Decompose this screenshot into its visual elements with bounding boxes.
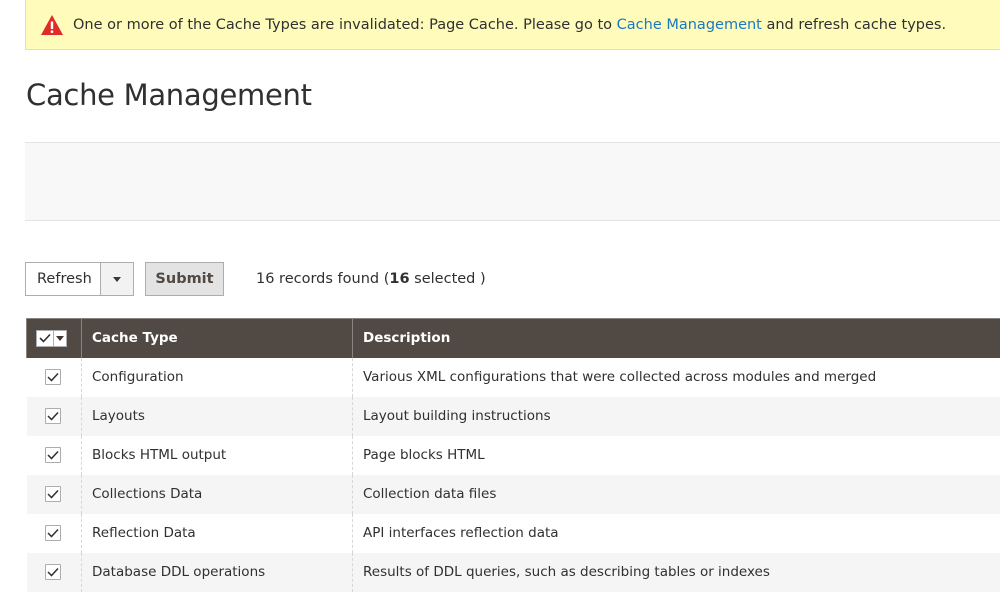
chevron-down-icon[interactable] — [53, 331, 66, 346]
table-row: LayoutsLayout building instructions — [27, 397, 1000, 436]
description-cell: API interfaces reflection data — [353, 514, 1000, 553]
checkmark-icon — [47, 411, 59, 421]
checkmark-icon — [47, 450, 59, 460]
checkmark-icon — [47, 567, 59, 577]
cache-grid: Cache Type Description ConfigurationVari… — [26, 318, 1000, 592]
grid-header-row: Cache Type Description — [27, 319, 1000, 358]
table-row: ConfigurationVarious XML configurations … — [27, 358, 1000, 397]
row-select-cell — [27, 436, 82, 475]
row-checkbox[interactable] — [45, 486, 61, 502]
submit-button[interactable]: Submit — [145, 262, 224, 296]
mass-action-select[interactable]: Refresh — [25, 262, 134, 296]
cache-type-cell: Collections Data — [82, 475, 353, 514]
column-header-cache-type[interactable]: Cache Type — [82, 319, 353, 358]
table-row: Blocks HTML outputPage blocks HTML — [27, 436, 1000, 475]
mass-select-header — [27, 319, 82, 358]
cache-type-cell: Reflection Data — [82, 514, 353, 553]
table-row: Database DDL operationsResults of DDL qu… — [27, 553, 1000, 592]
row-checkbox[interactable] — [45, 447, 61, 463]
checkmark-icon — [47, 528, 59, 538]
row-select-cell — [27, 358, 82, 397]
table-row: Reflection DataAPI interfaces reflection… — [27, 514, 1000, 553]
cache-type-cell: Configuration — [82, 358, 353, 397]
cache-type-cell: Layouts — [82, 397, 353, 436]
page-title: Cache Management — [26, 78, 312, 112]
column-header-description[interactable]: Description — [353, 319, 1000, 358]
description-cell: Page blocks HTML — [353, 436, 1000, 475]
page-actions-bar — [25, 142, 1000, 221]
row-select-cell — [27, 475, 82, 514]
records-count: 16 records found (16 selected ) — [256, 271, 486, 287]
selected-count: 16 — [389, 271, 409, 287]
row-select-cell — [27, 514, 82, 553]
description-cell: Layout building instructions — [353, 397, 1000, 436]
system-message-text: One or more of the Cache Types are inval… — [73, 17, 946, 33]
row-select-cell — [27, 553, 82, 592]
row-checkbox[interactable] — [45, 369, 61, 385]
mass-action-bar: Refresh Submit 16 records found (16 sele… — [25, 262, 486, 296]
description-cell: Various XML configurations that were col… — [353, 358, 1000, 397]
cache-type-cell: Database DDL operations — [82, 553, 353, 592]
description-cell: Collection data files — [353, 475, 1000, 514]
warning-icon — [40, 14, 64, 36]
checkmark-icon[interactable] — [37, 331, 53, 346]
row-checkbox[interactable] — [45, 408, 61, 424]
chevron-down-icon[interactable] — [100, 263, 133, 295]
checkmark-icon — [47, 489, 59, 499]
checkmark-icon — [47, 372, 59, 382]
table-row: Collections DataCollection data files — [27, 475, 1000, 514]
system-message: One or more of the Cache Types are inval… — [25, 0, 1000, 50]
row-checkbox[interactable] — [45, 525, 61, 541]
mass-action-selected-label: Refresh — [26, 263, 100, 295]
row-checkbox[interactable] — [45, 564, 61, 580]
mass-select-control[interactable] — [36, 330, 67, 347]
description-cell: Results of DDL queries, such as describi… — [353, 553, 1000, 592]
cache-management-link[interactable]: Cache Management — [617, 17, 762, 33]
cache-type-cell: Blocks HTML output — [82, 436, 353, 475]
row-select-cell — [27, 397, 82, 436]
